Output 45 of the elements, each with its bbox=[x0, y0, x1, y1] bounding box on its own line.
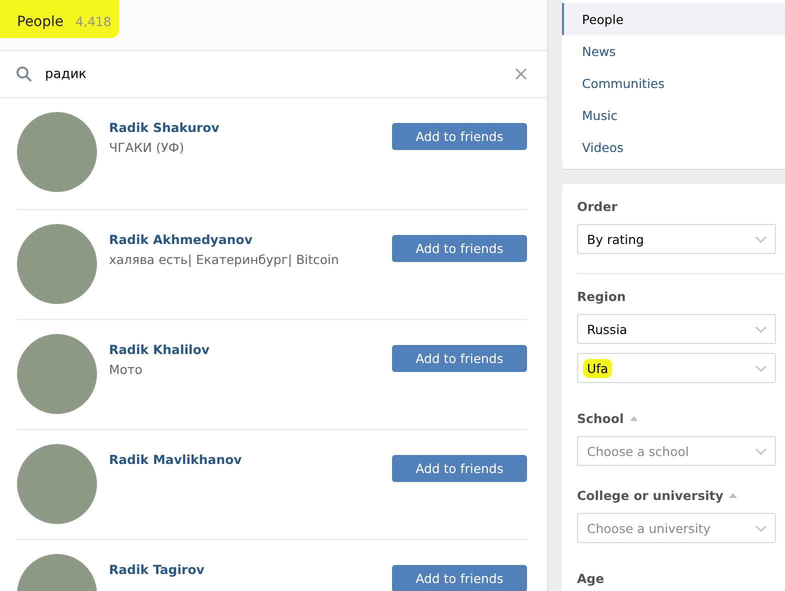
nav-item[interactable]: News bbox=[562, 35, 785, 67]
filter-label: Region bbox=[577, 288, 626, 304]
selected-value: By rating bbox=[586, 230, 645, 248]
dropdown-field[interactable]: Ufa bbox=[577, 353, 776, 383]
dropdown-placeholder: Choose a university bbox=[587, 520, 711, 536]
page-title: People bbox=[17, 14, 64, 30]
nav-item[interactable]: Music bbox=[562, 99, 785, 131]
add-to-friends-button[interactable]: Add to friends bbox=[392, 235, 527, 262]
person-description: ЧГАКИ (УФ) bbox=[109, 140, 186, 155]
chevron-down-icon bbox=[755, 326, 767, 332]
person-description: халява есть| Екатеринбург| Bitcoin bbox=[109, 252, 340, 267]
selected-value: Russia bbox=[586, 320, 628, 338]
chevron-down-icon bbox=[755, 524, 767, 532]
search-icon bbox=[16, 66, 32, 82]
filter-label: School bbox=[577, 410, 624, 426]
filter-label: Order bbox=[577, 198, 618, 214]
search-field[interactable]: радик bbox=[45, 66, 502, 82]
add-to-friends-button[interactable]: Add to friends bbox=[392, 123, 527, 150]
add-to-friends-button[interactable]: Add to friends bbox=[392, 455, 527, 482]
person-name[interactable]: Radik Akhmedyanov bbox=[109, 232, 392, 247]
collapse-arrow-icon[interactable] bbox=[729, 492, 738, 498]
result-count: 4,418 bbox=[76, 14, 112, 29]
add-to-friends-button[interactable]: Add to friends bbox=[392, 565, 527, 591]
filter-label: Age bbox=[577, 570, 604, 586]
person-description: Мото bbox=[109, 362, 144, 377]
close-icon[interactable] bbox=[515, 68, 527, 80]
dropdown-field[interactable]: By rating bbox=[577, 224, 776, 254]
nav-item[interactable]: Videos bbox=[562, 131, 785, 163]
dropdown-field[interactable]: Choose a school bbox=[577, 436, 776, 466]
person-name[interactable]: Radik Tagirov bbox=[109, 562, 392, 577]
person-name[interactable]: Radik Mavlikhanov bbox=[109, 452, 392, 467]
collapse-arrow-icon[interactable] bbox=[630, 416, 638, 420]
chevron-down-icon bbox=[755, 236, 767, 242]
chevron-down-icon bbox=[755, 448, 767, 454]
filter-label: College or university bbox=[577, 488, 724, 502]
dropdown-placeholder: Choose a school bbox=[587, 444, 689, 458]
person-name[interactable]: Radik Shakurov bbox=[109, 120, 392, 135]
dropdown-field[interactable]: Russia bbox=[577, 314, 776, 344]
dropdown-field[interactable]: Choose a university bbox=[577, 513, 776, 543]
selected-value: Ufa bbox=[583, 358, 612, 378]
person-name[interactable]: Radik Khalilov bbox=[109, 342, 392, 357]
nav-item[interactable]: People bbox=[562, 3, 785, 35]
chevron-down-icon bbox=[755, 364, 767, 372]
add-to-friends-button[interactable]: Add to friends bbox=[392, 345, 527, 372]
nav-item[interactable]: Communities bbox=[562, 67, 785, 99]
